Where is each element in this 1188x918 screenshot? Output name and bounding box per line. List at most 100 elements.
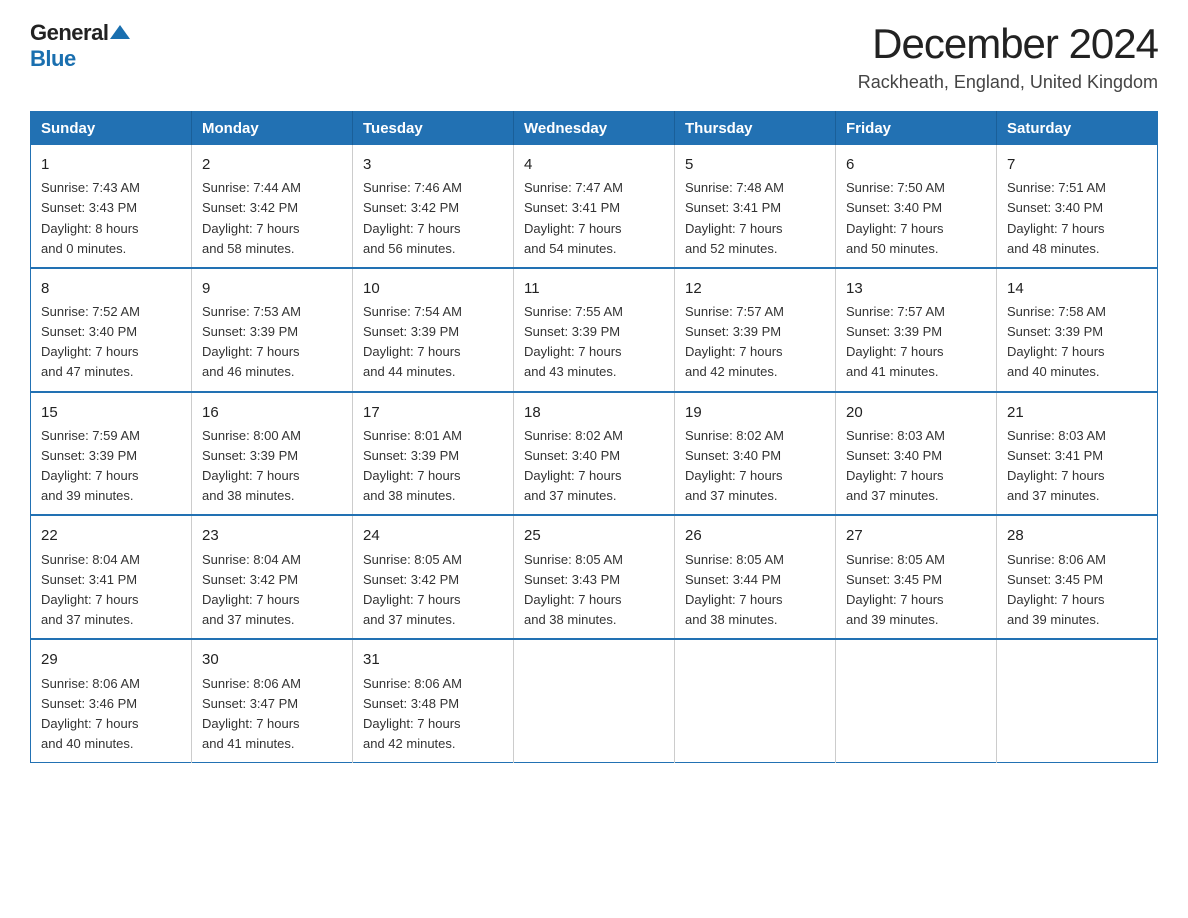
day-info: Sunrise: 8:03 AM Sunset: 3:41 PM Dayligh… — [1007, 426, 1147, 507]
day-info: Sunrise: 7:59 AM Sunset: 3:39 PM Dayligh… — [41, 426, 181, 507]
calendar-cell: 31 Sunrise: 8:06 AM Sunset: 3:48 PM Dayli… — [353, 639, 514, 762]
calendar-cell: 18Sunrise: 8:02 AM Sunset: 3:40 PM Dayli… — [514, 392, 675, 516]
day-info: Sunrise: 7:50 AM Sunset: 3:40 PM Dayligh… — [846, 178, 986, 259]
day-info: Sunrise: 8:00 AM Sunset: 3:39 PM Dayligh… — [202, 426, 342, 507]
calendar-cell: 17Sunrise: 8:01 AM Sunset: 3:39 PM Dayli… — [353, 392, 514, 516]
calendar-header-tuesday: Tuesday — [353, 112, 514, 146]
calendar-week-row: 22 Sunrise: 8:04 AM Sunset: 3:41 PM Dayli… — [31, 515, 1158, 639]
day-info: Sunrise: 8:02 AM Sunset: 3:40 PM Dayligh… — [524, 426, 664, 507]
day-info: Sunrise: 8:05 AM Sunset: 3:42 PM Dayligh… — [363, 550, 503, 631]
day-info: Sunrise: 7:47 AM Sunset: 3:41 PM Dayligh… — [524, 178, 664, 259]
day-number: 7 — [1007, 153, 1147, 176]
calendar-header-thursday: Thursday — [675, 112, 836, 146]
logo-blue-text: Blue — [30, 46, 76, 72]
day-number: 13 — [846, 277, 986, 300]
day-number: 8 — [41, 277, 181, 300]
day-number: 1 — [41, 153, 181, 176]
day-info: Sunrise: 7:51 AM Sunset: 3:40 PM Dayligh… — [1007, 178, 1147, 259]
day-info: Sunrise: 7:54 AM Sunset: 3:39 PM Dayligh… — [363, 302, 503, 383]
calendar-cell: 3Sunrise: 7:46 AM Sunset: 3:42 PM Daylig… — [353, 145, 514, 268]
day-number: 4 — [524, 153, 664, 176]
calendar-cell: 16Sunrise: 8:00 AM Sunset: 3:39 PM Dayli… — [192, 392, 353, 516]
day-info: Sunrise: 7:55 AM Sunset: 3:39 PM Dayligh… — [524, 302, 664, 383]
day-info: Sunrise: 7:52 AM Sunset: 3:40 PM Dayligh… — [41, 302, 181, 383]
calendar-cell: 8Sunrise: 7:52 AM Sunset: 3:40 PM Daylig… — [31, 268, 192, 392]
calendar-cell: 10Sunrise: 7:54 AM Sunset: 3:39 PM Dayli… — [353, 268, 514, 392]
calendar-week-row: 1Sunrise: 7:43 AM Sunset: 3:43 PM Daylig… — [31, 145, 1158, 268]
day-info: Sunrise: 7:43 AM Sunset: 3:43 PM Dayligh… — [41, 178, 181, 259]
day-number: 12 — [685, 277, 825, 300]
day-number: 29 — [41, 648, 181, 671]
day-number: 25 — [524, 524, 664, 547]
day-number: 31 — [363, 648, 503, 671]
calendar-cell: 19Sunrise: 8:02 AM Sunset: 3:40 PM Dayli… — [675, 392, 836, 516]
day-info: Sunrise: 8:05 AM Sunset: 3:43 PM Dayligh… — [524, 550, 664, 631]
month-title: December 2024 — [858, 20, 1158, 68]
day-number: 24 — [363, 524, 503, 547]
day-number: 28 — [1007, 524, 1147, 547]
day-number: 23 — [202, 524, 342, 547]
day-number: 30 — [202, 648, 342, 671]
calendar-header-monday: Monday — [192, 112, 353, 146]
title-section: December 2024 Rackheath, England, United… — [858, 20, 1158, 93]
calendar-cell: 26Sunrise: 8:05 AM Sunset: 3:44 PM Dayli… — [675, 515, 836, 639]
day-info: Sunrise: 8:06 AM Sunset: 3:48 PM Dayligh… — [363, 674, 503, 755]
calendar-cell: 15Sunrise: 7:59 AM Sunset: 3:39 PM Dayli… — [31, 392, 192, 516]
calendar-cell — [675, 639, 836, 762]
day-info: Sunrise: 7:53 AM Sunset: 3:39 PM Dayligh… — [202, 302, 342, 383]
page-header: General Blue December 2024 Rackheath, En… — [30, 20, 1158, 93]
calendar-cell: 12Sunrise: 7:57 AM Sunset: 3:39 PM Dayli… — [675, 268, 836, 392]
day-info: Sunrise: 8:01 AM Sunset: 3:39 PM Dayligh… — [363, 426, 503, 507]
day-number: 9 — [202, 277, 342, 300]
logo-general-text: General — [30, 20, 108, 46]
calendar-header-row: SundayMondayTuesdayWednesdayThursdayFrid… — [31, 112, 1158, 146]
calendar-cell: 24 Sunrise: 8:05 AM Sunset: 3:42 PM Dayli… — [353, 515, 514, 639]
calendar-cell: 25 Sunrise: 8:05 AM Sunset: 3:43 PM Dayli… — [514, 515, 675, 639]
day-info: Sunrise: 7:46 AM Sunset: 3:42 PM Dayligh… — [363, 178, 503, 259]
day-number: 16 — [202, 401, 342, 424]
calendar-week-row: 29Sunrise: 8:06 AM Sunset: 3:46 PM Dayli… — [31, 639, 1158, 762]
day-number: 22 — [41, 524, 181, 547]
calendar-cell: 6Sunrise: 7:50 AM Sunset: 3:40 PM Daylig… — [836, 145, 997, 268]
calendar-cell: 22 Sunrise: 8:04 AM Sunset: 3:41 PM Dayli… — [31, 515, 192, 639]
location-text: Rackheath, England, United Kingdom — [858, 72, 1158, 93]
calendar-cell: 20Sunrise: 8:03 AM Sunset: 3:40 PM Dayli… — [836, 392, 997, 516]
day-info: Sunrise: 7:44 AM Sunset: 3:42 PM Dayligh… — [202, 178, 342, 259]
calendar-header-sunday: Sunday — [31, 112, 192, 146]
day-number: 26 — [685, 524, 825, 547]
day-number: 15 — [41, 401, 181, 424]
day-number: 10 — [363, 277, 503, 300]
day-number: 27 — [846, 524, 986, 547]
day-number: 21 — [1007, 401, 1147, 424]
logo: General Blue — [30, 20, 130, 72]
day-info: Sunrise: 7:57 AM Sunset: 3:39 PM Dayligh… — [846, 302, 986, 383]
calendar-header-saturday: Saturday — [997, 112, 1158, 146]
calendar-cell: 4Sunrise: 7:47 AM Sunset: 3:41 PM Daylig… — [514, 145, 675, 268]
calendar-table: SundayMondayTuesdayWednesdayThursdayFrid… — [30, 111, 1158, 763]
calendar-cell: 7Sunrise: 7:51 AM Sunset: 3:40 PM Daylig… — [997, 145, 1158, 268]
calendar-cell: 13Sunrise: 7:57 AM Sunset: 3:39 PM Dayli… — [836, 268, 997, 392]
day-number: 20 — [846, 401, 986, 424]
day-number: 5 — [685, 153, 825, 176]
day-info: Sunrise: 8:04 AM Sunset: 3:42 PM Dayligh… — [202, 550, 342, 631]
calendar-cell: 23 Sunrise: 8:04 AM Sunset: 3:42 PM Dayli… — [192, 515, 353, 639]
calendar-cell: 28 Sunrise: 8:06 AM Sunset: 3:45 PM Dayli… — [997, 515, 1158, 639]
day-info: Sunrise: 8:06 AM Sunset: 3:45 PM Dayligh… — [1007, 550, 1147, 631]
calendar-cell — [997, 639, 1158, 762]
calendar-cell: 2Sunrise: 7:44 AM Sunset: 3:42 PM Daylig… — [192, 145, 353, 268]
day-number: 19 — [685, 401, 825, 424]
calendar-cell: 11Sunrise: 7:55 AM Sunset: 3:39 PM Dayli… — [514, 268, 675, 392]
day-info: Sunrise: 8:06 AM Sunset: 3:47 PM Dayligh… — [202, 674, 342, 755]
day-info: Sunrise: 7:48 AM Sunset: 3:41 PM Dayligh… — [685, 178, 825, 259]
calendar-cell: 14Sunrise: 7:58 AM Sunset: 3:39 PM Dayli… — [997, 268, 1158, 392]
logo-triangle-icon — [110, 25, 130, 39]
day-number: 17 — [363, 401, 503, 424]
day-number: 3 — [363, 153, 503, 176]
calendar-cell — [514, 639, 675, 762]
calendar-cell: 29Sunrise: 8:06 AM Sunset: 3:46 PM Dayli… — [31, 639, 192, 762]
day-number: 2 — [202, 153, 342, 176]
day-number: 18 — [524, 401, 664, 424]
calendar-week-row: 15Sunrise: 7:59 AM Sunset: 3:39 PM Dayli… — [31, 392, 1158, 516]
day-info: Sunrise: 8:04 AM Sunset: 3:41 PM Dayligh… — [41, 550, 181, 631]
calendar-cell: 5Sunrise: 7:48 AM Sunset: 3:41 PM Daylig… — [675, 145, 836, 268]
